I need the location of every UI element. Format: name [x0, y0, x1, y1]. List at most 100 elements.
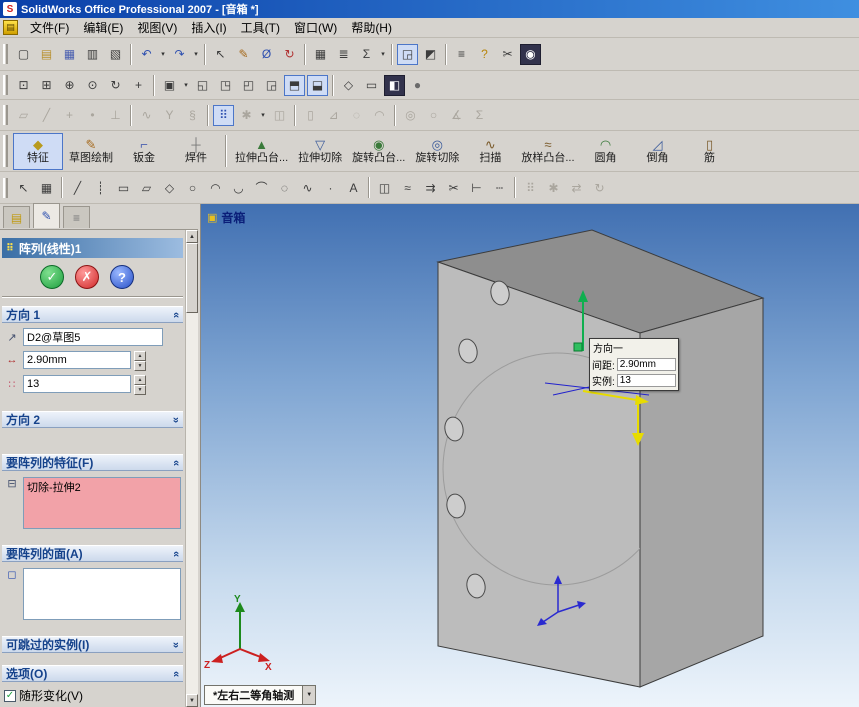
- smart-dimension-icon[interactable]: Ø: [256, 44, 277, 65]
- sketch-toggle-icon[interactable]: ✎: [233, 44, 254, 65]
- extruded-cut-button[interactable]: ▽ 拉伸切除: [294, 133, 346, 170]
- construction-geometry-icon[interactable]: ┄: [489, 177, 510, 198]
- fillet-button[interactable]: ◠ 圆角: [581, 133, 631, 170]
- group-direction2-header[interactable]: 方向 2 «: [2, 411, 183, 428]
- ok-button[interactable]: ✓: [40, 265, 64, 289]
- list-item-feature[interactable]: 切除-拉伸2: [27, 479, 177, 495]
- menu-help[interactable]: 帮助(H): [344, 17, 399, 38]
- select-icon[interactable]: ↖: [13, 177, 34, 198]
- hidden-lines-icon[interactable]: ▭: [361, 75, 382, 96]
- cancel-button[interactable]: ✗: [75, 265, 99, 289]
- rotate-view-icon[interactable]: ↻: [105, 75, 126, 96]
- point-icon[interactable]: ·: [320, 177, 341, 198]
- rebuild-icon[interactable]: ↻: [279, 44, 300, 65]
- scroll-up-button[interactable]: ▲: [186, 230, 198, 243]
- three-point-arc-icon[interactable]: ⌒: [251, 177, 272, 198]
- mirror-entities-icon[interactable]: ◫: [374, 177, 395, 198]
- toolbar-drag-handle[interactable]: [3, 105, 8, 125]
- grid-icon[interactable]: ▦: [36, 177, 57, 198]
- isometric-view-icon[interactable]: ⬓: [307, 74, 328, 96]
- parallelogram-icon[interactable]: ▱: [136, 177, 157, 198]
- callout-spacing-value[interactable]: 2.90mm: [616, 358, 676, 371]
- group-faces-header[interactable]: 要阵列的面(A) «: [2, 545, 183, 562]
- weldments-tab[interactable]: ┼ 焊件: [171, 133, 221, 170]
- rectangle-icon[interactable]: ▭: [113, 177, 134, 198]
- convert-entities-icon[interactable]: ⇉: [420, 177, 441, 198]
- instance-count-input[interactable]: [23, 375, 131, 393]
- screen-capture-icon[interactable]: ◉: [520, 43, 541, 65]
- cut-icon[interactable]: ✂: [497, 44, 518, 65]
- faces-to-pattern-list[interactable]: [23, 568, 181, 620]
- top-view-icon[interactable]: ⬒: [284, 74, 305, 96]
- centerpoint-arc-icon[interactable]: ◠: [205, 177, 226, 198]
- menu-edit[interactable]: 编辑(E): [76, 17, 130, 38]
- polygon-icon[interactable]: ◇: [159, 177, 180, 198]
- features-tab[interactable]: ◆ 特征: [13, 132, 63, 170]
- shaded-icon[interactable]: ●: [407, 75, 428, 96]
- callout-instances-value[interactable]: 13: [616, 374, 676, 387]
- centerline-icon[interactable]: ┊: [90, 177, 111, 198]
- print-icon[interactable]: ▥: [82, 44, 103, 65]
- offset-entities-icon[interactable]: ≈: [397, 177, 418, 198]
- spacing-spinner[interactable]: ▲ ▼: [134, 351, 146, 371]
- menu-insert[interactable]: 插入(I): [184, 17, 233, 38]
- extend-entities-icon[interactable]: ⊢: [466, 177, 487, 198]
- zoom-in-out-icon[interactable]: ⊕: [59, 75, 80, 96]
- front-view-icon[interactable]: ◱: [192, 75, 213, 96]
- new-document-icon[interactable]: ▢: [13, 44, 34, 65]
- feature-tree-root[interactable]: ▣ 音箱: [207, 209, 245, 226]
- vary-sketch-checkbox[interactable]: ✓: [4, 689, 16, 702]
- design-table-icon[interactable]: ▦: [310, 44, 331, 65]
- right-view-icon[interactable]: ◲: [261, 75, 282, 96]
- pm-scrollbar[interactable]: ▲ ▼: [185, 230, 198, 707]
- group-options-header[interactable]: 选项(O) «: [2, 665, 183, 682]
- extruded-boss-button[interactable]: ▲ 拉伸凸台...: [231, 133, 292, 170]
- toolbar-drag-handle[interactable]: [3, 44, 8, 64]
- revolved-cut-button[interactable]: ◎ 旋转切除: [411, 133, 463, 170]
- wireframe-icon[interactable]: ◇: [338, 75, 359, 96]
- sheet-metal-tab[interactable]: ⌐ 钣金: [119, 133, 169, 170]
- menu-tools[interactable]: 工具(T): [234, 17, 287, 38]
- pattern-dropdown-caret[interactable]: ▾: [258, 105, 268, 126]
- group-direction1-header[interactable]: 方向 1 «: [2, 306, 183, 323]
- group-skip-instances-header[interactable]: 可跳过的实例(I) «: [2, 636, 183, 653]
- equations-icon[interactable]: Σ: [356, 44, 377, 65]
- spacing-input[interactable]: [23, 351, 131, 369]
- open-document-icon[interactable]: ▤: [36, 44, 57, 65]
- redo-dropdown-caret[interactable]: ▾: [191, 44, 201, 65]
- view-orientation-caret[interactable]: ▼: [303, 685, 317, 705]
- document-system-menu-icon[interactable]: ▤: [3, 20, 18, 35]
- tangent-arc-icon[interactable]: ◡: [228, 177, 249, 198]
- ellipse-icon[interactable]: ◌: [274, 177, 295, 198]
- toolbar-drag-handle[interactable]: [3, 135, 8, 167]
- annotation-icon[interactable]: ≣: [333, 44, 354, 65]
- standard-views-icon[interactable]: ▣: [159, 75, 180, 96]
- sketch-tab[interactable]: ✎ 草图绘制: [65, 133, 117, 170]
- options-icon[interactable]: ≡: [451, 44, 472, 65]
- section-view-icon[interactable]: ◩: [420, 44, 441, 65]
- rib-button[interactable]: ▯ 筋: [685, 133, 735, 170]
- toolbar-drag-handle[interactable]: [3, 75, 8, 95]
- zoom-to-area-icon[interactable]: ⊞: [36, 75, 57, 96]
- sweep-button[interactable]: ∿ 扫描: [465, 133, 515, 170]
- circle-icon[interactable]: ○: [182, 177, 203, 198]
- menu-window[interactable]: 窗口(W): [287, 17, 344, 38]
- chamfer-button[interactable]: ◿ 倒角: [633, 133, 683, 170]
- group-features-header[interactable]: 要阵列的特征(F) «: [2, 454, 183, 471]
- pan-icon[interactable]: +: [128, 75, 149, 96]
- help-icon[interactable]: ?: [474, 44, 495, 65]
- graphics-area[interactable]: Y X Z ▣ 音箱 方向一 间距: 2.90mm 实例: 13 *左右二等角轴…: [201, 204, 859, 707]
- scrollbar-thumb[interactable]: [186, 243, 198, 313]
- menu-view[interactable]: 视图(V): [130, 17, 184, 38]
- revolved-boss-button[interactable]: ◉ 旋转凸台...: [348, 133, 409, 170]
- zoom-to-fit-icon[interactable]: ⊡: [13, 75, 34, 96]
- direction-reference-input[interactable]: [23, 328, 163, 346]
- fullscreen-view-icon[interactable]: ◲: [397, 43, 418, 65]
- back-view-icon[interactable]: ◳: [215, 75, 236, 96]
- loft-button[interactable]: ≈ 放样凸台...: [517, 133, 578, 170]
- trim-entities-icon[interactable]: ✂: [443, 177, 464, 198]
- feature-manager-tab[interactable]: ▤: [3, 206, 30, 228]
- line-icon[interactable]: ╱: [67, 177, 88, 198]
- redo-icon[interactable]: ↷: [169, 44, 190, 65]
- instance-count-spinner[interactable]: ▲ ▼: [134, 375, 146, 395]
